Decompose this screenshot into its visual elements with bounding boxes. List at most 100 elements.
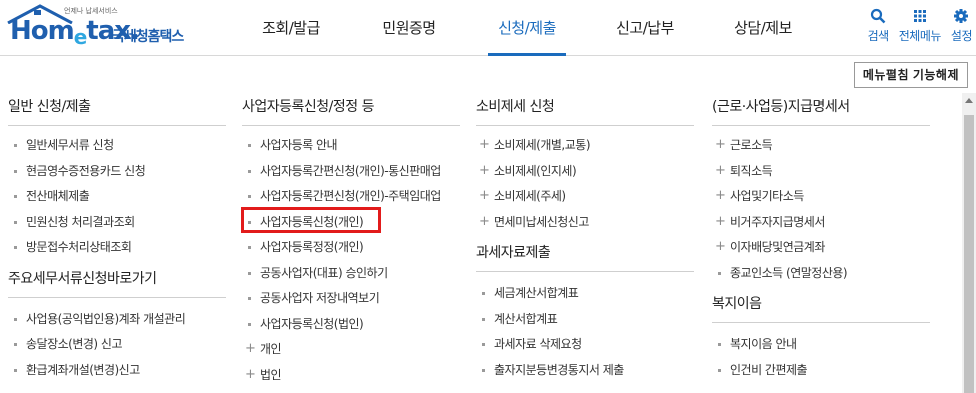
menu-column-payment-statement: (근로·사업등)지급명세서 + 근로소득 + 퇴직소득 + 사업및기타소득 + 비거주자… [712,96,930,386]
menu-item[interactable]: 사업자등록신청(법인) [242,315,460,341]
menu-column-consumption-tax: 소비제세 신청 + 소비제세(개별,교통) + 소비제세(인지세) + 소비제세(주세… [476,96,694,386]
all-menu-button[interactable]: 전체메뉴 [899,8,941,44]
menu-item[interactable]: 현금영수증전용카드 신청 [8,162,226,188]
section-title: 복지이음 [712,293,930,323]
menu-item[interactable]: 민원신청 처리결과조회 [8,213,226,239]
menu-item-label: 과세자료 삭제요청 [494,337,582,351]
menu-item-expandable[interactable]: + 이자배당및연금계좌 [712,238,930,264]
plus-icon: + [715,137,726,152]
menu-item[interactable]: 세금계산서합계표 [476,284,694,310]
menu-item-label: 종교인소득 (연말정산용) [730,265,848,280]
menu-item[interactable]: 사업자등록정정(개인) [242,238,460,264]
menu-item-expandable[interactable]: + 퇴직소득 [712,162,930,188]
menu-item[interactable]: 출자지분등변경통지서 제출 [476,361,694,387]
menu-list: + 소비제세(개별,교통) + 소비제세(인지세) + 소비제세(주세) + 면세미납세… [476,136,694,238]
search-label: 검색 [867,29,890,43]
search-button[interactable]: 검색 [868,8,889,44]
menu-item[interactable]: 과세자료 삭제요청 [476,335,694,361]
menu-item-label: 법인 [260,367,282,382]
plus-icon: + [715,213,726,229]
hometax-logo[interactable]: 언제나 납세서비스 Hometax. 국세청홈택스 [6,4,196,50]
menu-item[interactable]: 공동사업자(대표) 승인하기 [242,264,460,290]
menu-item-expandable[interactable]: + 개인 [242,340,460,366]
column-title: 소비제세 신청 [476,96,694,126]
grid-menu-icon [913,10,926,22]
nav-inquiry[interactable]: 조회/발급 [232,0,350,56]
menu-item-label: 근로소득 [730,138,773,152]
site-header: 언제나 납세서비스 Hometax. 국세청홈택스 조회/발급 민원증명 신청/… [0,0,976,56]
all-menu-label: 전체메뉴 [898,29,942,43]
menu-list: 일반세무서류 신청 현금영수증전용카드 신청 전산매체제출 민원신청 처리결과조… [8,136,226,264]
menu-item-label: 사업자등록간편신청(개인)-통신판매업 [260,163,441,178]
menu-item-expandable[interactable]: + 사업및기타소득 [712,187,930,213]
column-title: 사업자등록신청/정정 등 [242,96,460,126]
gear-icon [954,9,969,23]
menu-list: 세금계산서합계표 계산서합계표 과세자료 삭제요청 출자지분등변경통지서 제출 [476,284,694,386]
menu-item-expandable[interactable]: + 근로소득 [712,136,930,162]
menu-column-business-registration: 사업자등록신청/정정 등 사업자등록 안내 사업자등록간편신청(개인)-통신판매… [242,96,460,391]
nav-consult-report[interactable]: 상담/제보 [704,0,822,56]
menu-item[interactable]: 송달장소(변경) 신고 [8,335,226,361]
menu-item-business-registration-individual[interactable]: 사업자등록신청(개인) [242,213,460,239]
menu-item-label: 이자배당및연금계좌 [730,240,825,254]
logo-tagline: 언제나 납세서비스 [64,7,118,15]
menu-item-label: 사업용(공익법인용)계좌 개설관리 [26,311,186,326]
menu-item-expandable[interactable]: + 소비제세(주세) [476,187,694,213]
menu-item-label: 계산서합계표 [494,311,558,326]
menu-item-expandable[interactable]: + 면세미납세신청신고 [476,213,694,239]
menu-item[interactable]: 방문접수처리상태조회 [8,238,226,264]
plus-icon: + [245,341,256,356]
scrollbar-thumb[interactable] [964,115,974,393]
menu-item-label: 전산매체제출 [26,189,90,203]
menu-item[interactable]: 공동사업자 저장내역보기 [242,289,460,315]
menu-item[interactable]: 사업용(공익법인용)계좌 개설관리 [8,310,226,336]
plus-icon: + [715,239,726,254]
menu-item-label: 소비제세(개별,교통) [494,138,591,152]
vertical-scrollbar[interactable] [962,93,976,393]
menu-item[interactable]: 사업자등록간편신청(개인)-통신판매업 [242,162,460,188]
plus-icon: + [715,162,726,178]
menu-item-label: 소비제세(인지세) [494,163,577,178]
menu-item-label: 사업자등록신청(개인) [260,214,364,229]
menu-item[interactable]: 종교인소득 (연말정산용) [712,264,930,290]
menu-list: + 근로소득 + 퇴직소득 + 사업및기타소득 + 비거주자지급명세서 + 이자배당및연금… [712,136,930,289]
menu-item[interactable]: 환급계좌개설(변경)신고 [8,361,226,387]
menu-item-label: 퇴직소득 [730,163,773,178]
menu-item[interactable]: 일반세무서류 신청 [8,136,226,162]
menu-item-label: 사업자등록정정(개인) [260,240,364,254]
menu-item-label: 환급계좌개설(변경)신고 [26,362,140,377]
nav-certificate[interactable]: 민원증명 [350,0,468,56]
menu-item-expandable[interactable]: + 법인 [242,366,460,392]
menu-item-label: 방문접수처리상태조회 [26,240,132,254]
plus-icon: + [479,188,490,203]
plus-icon: + [479,137,490,152]
menu-item[interactable]: 계산서합계표 [476,310,694,336]
menu-column-general: 일반 신청/제출 일반세무서류 신청 현금영수증전용카드 신청 전산매체제출 민… [8,96,226,386]
logo-korean: 국세청홈택스 [112,29,184,45]
menu-item-label: 사업및기타소득 [730,189,804,203]
section-title: 주요세무서류신청바로가기 [8,268,226,298]
section-title: 과세자료제출 [476,242,694,272]
main-nav: 조회/발급 민원증명 신청/제출 신고/납부 상담/제보 [232,0,822,56]
menu-item-expandable[interactable]: + 비거주자지급명세서 [712,213,930,239]
menu-item-expandable[interactable]: + 소비제세(개별,교통) [476,136,694,162]
menu-item[interactable]: 사업자등록간편신청(개인)-주택임대업 [242,187,460,213]
plus-icon: + [715,188,726,203]
menu-item[interactable]: 인건비 간편제출 [712,361,930,387]
menu-item[interactable]: 전산매체제출 [8,187,226,213]
menu-item-label: 면세미납세신청신고 [494,214,589,229]
menu-expand-toggle-button[interactable]: 메뉴펼침 기능해제 [853,62,968,88]
menu-item-label: 개인 [260,342,282,356]
menu-item-label: 공동사업자 저장내역보기 [260,291,380,305]
plus-icon: + [245,366,256,382]
menu-item-label: 현금영수증전용카드 신청 [26,163,146,178]
scroll-up-arrow-icon[interactable] [962,93,976,107]
nav-application[interactable]: 신청/제출 [468,0,586,56]
nav-filing-payment[interactable]: 신고/납부 [586,0,704,56]
menu-list: 사업용(공익법인용)계좌 개설관리 송달장소(변경) 신고 환급계좌개설(변경)… [8,310,226,387]
menu-item[interactable]: 복지이음 안내 [712,335,930,361]
menu-item-label: 사업자등록간편신청(개인)-주택임대업 [260,189,441,203]
menu-item[interactable]: 사업자등록 안내 [242,136,460,162]
settings-button[interactable]: 설정 [951,8,973,44]
menu-item-expandable[interactable]: + 소비제세(인지세) [476,162,694,188]
